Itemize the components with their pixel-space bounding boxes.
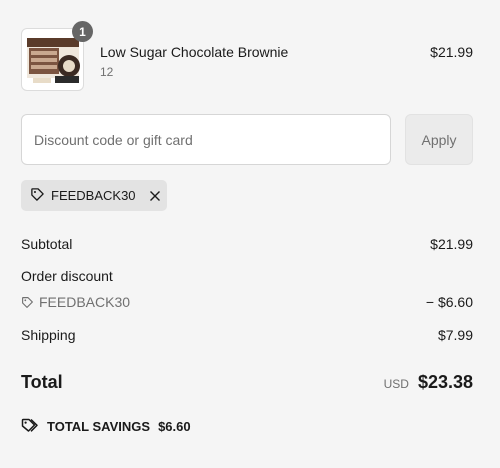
close-icon <box>149 190 160 201</box>
tag-icon <box>30 187 45 205</box>
total-savings-value: $6.60 <box>158 418 191 434</box>
total-savings: TOTAL SAVINGS $6.60 <box>21 418 191 434</box>
order-discount-label: Order discount <box>21 268 113 284</box>
applied-discount-chip: FEEDBACK30 <box>21 180 167 211</box>
currency-code: USD <box>383 377 409 391</box>
subtotal-value: $21.99 <box>430 236 473 252</box>
discount-amount: − $6.60 <box>425 294 473 310</box>
apply-discount-button[interactable]: Apply <box>405 114 473 165</box>
product-name: Low Sugar Chocolate Brownie <box>100 44 289 60</box>
total-amount: USD $23.38 <box>384 372 473 393</box>
quantity-badge: 1 <box>72 21 93 42</box>
total-savings-label: TOTAL SAVINGS <box>47 418 151 434</box>
shipping-value: $7.99 <box>437 327 473 343</box>
total-label: Total <box>21 372 63 392</box>
applied-discount-code: FEEDBACK30 <box>51 188 136 203</box>
product-price: $21.99 <box>430 44 473 60</box>
subtotal-label: Subtotal <box>21 236 73 252</box>
total-value: $23.38 <box>417 372 473 392</box>
product-thumbnail: 1 <box>21 21 93 91</box>
tags-icon <box>21 418 38 432</box>
discount-code-name: FEEDBACK30 <box>39 294 131 310</box>
product-image <box>27 38 80 83</box>
discount-code-line: FEEDBACK30 <box>21 294 130 310</box>
discount-code-input[interactable] <box>21 114 391 165</box>
shipping-label: Shipping <box>21 327 76 343</box>
line-item: 1 Low Sugar Chocolate Brownie 12 $21.99 <box>21 21 473 92</box>
product-variant: 12 <box>100 65 114 79</box>
remove-discount-button[interactable] <box>149 190 161 202</box>
tag-icon <box>22 296 33 308</box>
